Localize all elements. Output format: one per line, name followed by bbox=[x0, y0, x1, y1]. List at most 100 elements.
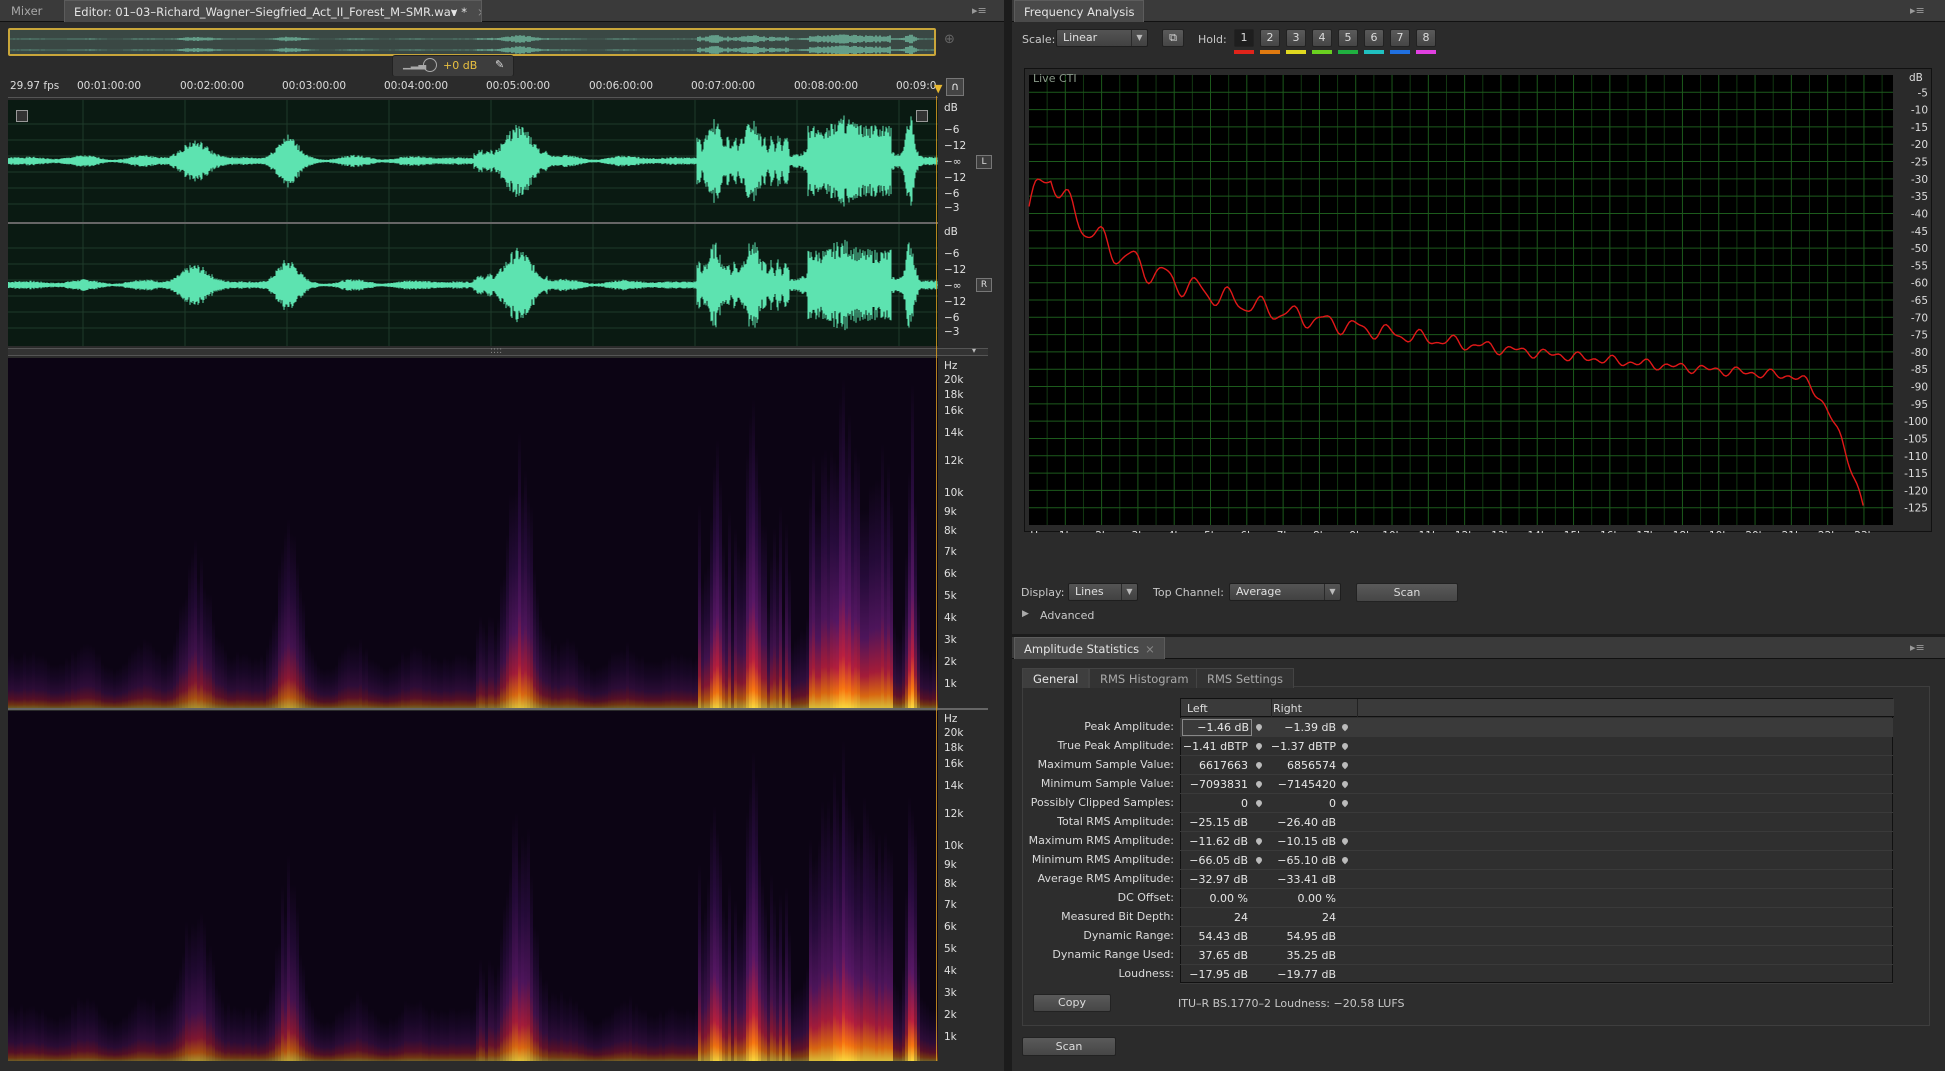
spectrogram-column bbox=[440, 661, 443, 708]
spectrogram-column bbox=[248, 1006, 251, 1061]
spectrogram-column bbox=[77, 649, 80, 708]
spectrogram-column bbox=[530, 505, 533, 708]
spectrogram-right-channel[interactable] bbox=[8, 711, 938, 1061]
chevron-down-icon[interactable]: ▾ bbox=[972, 346, 976, 355]
scan-button[interactable]: Scan bbox=[1356, 583, 1458, 602]
spectrogram-column bbox=[857, 827, 860, 1061]
spectrogram-column bbox=[527, 827, 530, 1061]
expand-icon[interactable] bbox=[916, 110, 928, 122]
spectrogram-column bbox=[494, 631, 497, 708]
spectrogram-column bbox=[914, 501, 917, 708]
scale-dropdown[interactable]: Linear ▼ bbox=[1056, 29, 1148, 47]
panel-menu-icon[interactable]: ▸≡ bbox=[972, 4, 987, 17]
overview-navigator[interactable] bbox=[8, 28, 936, 56]
tab-general[interactable]: General bbox=[1022, 668, 1090, 688]
spectrogram-column bbox=[584, 663, 587, 708]
frequency-plot[interactable]: dB -5 -10 -15 -20 -25 -30 -35 -40 -45 -50 -55 -60 -65… bbox=[1024, 68, 1932, 542]
hz-axis-tick: 15k bbox=[1564, 530, 1584, 533]
view-splitter[interactable]: :::: ▾ bbox=[8, 346, 988, 356]
hold-button-1[interactable]: 1 bbox=[1234, 29, 1254, 47]
hold-button-5[interactable]: 5 bbox=[1338, 29, 1358, 47]
waveform-left-channel[interactable] bbox=[8, 100, 938, 222]
spectrogram-column bbox=[347, 1004, 350, 1061]
tab-amplitude-statistics[interactable]: Amplitude Statistics × bbox=[1014, 637, 1165, 659]
chevron-right-icon[interactable]: ▶ bbox=[1022, 609, 1029, 619]
spectrogram-column bbox=[35, 655, 38, 708]
tab-frequency-analysis[interactable]: Frequency Analysis bbox=[1014, 0, 1145, 22]
spectrogram-column bbox=[335, 664, 338, 708]
close-icon[interactable]: × bbox=[477, 1, 481, 22]
spectrogram-column bbox=[716, 439, 719, 708]
channel-right-toggle[interactable]: R bbox=[976, 278, 992, 292]
spectrogram-column bbox=[218, 990, 221, 1061]
hz-scale-left: Hz 20k 18k 16k 14k 12k 10k 9k 8k 7k 6k 5… bbox=[940, 358, 996, 708]
spectrogram-column bbox=[896, 986, 899, 1061]
spectrogram-column bbox=[416, 1001, 419, 1061]
hold-button-6[interactable]: 6 bbox=[1364, 29, 1384, 47]
spectrogram-column bbox=[728, 881, 731, 1061]
spectrogram-column bbox=[920, 996, 923, 1061]
spectrogram-column bbox=[542, 981, 545, 1061]
hold-button-2[interactable]: 2 bbox=[1260, 29, 1280, 47]
top-channel-dropdown[interactable]: Average ▼ bbox=[1229, 583, 1341, 601]
headphones-icon[interactable]: ∩ bbox=[946, 78, 964, 96]
spectrogram-column bbox=[257, 658, 260, 708]
spectrogram-column bbox=[17, 1008, 20, 1061]
hold-button-4[interactable]: 4 bbox=[1312, 29, 1332, 47]
spectrogram-column bbox=[917, 955, 920, 1061]
spectrogram-column bbox=[692, 660, 695, 708]
copy-button[interactable]: Copy bbox=[1033, 994, 1111, 1012]
spectrogram-column bbox=[275, 946, 278, 1061]
copy-graph-icon[interactable]: ⧉ bbox=[1162, 29, 1184, 47]
spectrogram-column bbox=[788, 567, 791, 708]
db-tick: −12 bbox=[944, 140, 967, 152]
tab-rms-histogram[interactable]: RMS Histogram bbox=[1089, 668, 1200, 688]
spectrogram-column bbox=[890, 500, 893, 708]
playhead-marker-icon[interactable]: ▼ bbox=[934, 82, 942, 95]
tab-rms-settings[interactable]: RMS Settings bbox=[1196, 668, 1295, 688]
hz-tick: 5k bbox=[944, 943, 957, 955]
spectrogram-left-channel[interactable] bbox=[8, 358, 938, 708]
panel-menu-icon[interactable]: ▸≡ bbox=[1910, 4, 1925, 17]
zoom-icon[interactable]: ⊕ bbox=[944, 32, 955, 47]
spectrogram-column bbox=[362, 1001, 365, 1061]
channel-left-toggle[interactable]: L bbox=[976, 155, 992, 169]
hz-tick: 9k bbox=[944, 859, 957, 871]
spectrogram-column bbox=[380, 1021, 383, 1061]
spectrogram-column bbox=[173, 641, 176, 708]
volume-knob[interactable] bbox=[423, 58, 437, 72]
tab-mixer[interactable]: Mixer bbox=[2, 0, 54, 22]
timecode: 00:05:00:00 bbox=[486, 80, 551, 92]
hz-axis-tick: 9k bbox=[1349, 530, 1363, 533]
panel-menu-icon[interactable]: ▸≡ bbox=[1910, 641, 1925, 654]
scan-button[interactable]: Scan bbox=[1022, 1037, 1116, 1056]
hold-button-3[interactable]: 3 bbox=[1286, 29, 1306, 47]
spectrogram-column bbox=[500, 932, 503, 1061]
waveform-right-channel[interactable] bbox=[8, 224, 938, 346]
hold-color-swatch bbox=[1390, 50, 1410, 54]
spectrogram-column bbox=[887, 462, 890, 708]
spectrogram-column bbox=[134, 647, 137, 708]
spectrogram-column bbox=[611, 1011, 614, 1061]
spectrogram-column bbox=[902, 615, 905, 708]
spectrogram-column bbox=[662, 1015, 665, 1061]
pin-icon[interactable]: ✎ bbox=[495, 58, 504, 71]
hz-tick: 1k bbox=[944, 678, 957, 690]
spectrogram-column bbox=[635, 1002, 638, 1061]
display-dropdown[interactable]: Lines ▼ bbox=[1068, 583, 1138, 601]
hold-button-7[interactable]: 7 bbox=[1390, 29, 1410, 47]
timeline-ruler[interactable]: 29.97 fps 00:01:00:00 00:02:00:00 00:03:… bbox=[8, 76, 938, 98]
spectrogram-column bbox=[134, 1003, 137, 1061]
spectrogram-column bbox=[554, 642, 557, 708]
close-icon[interactable]: × bbox=[1145, 642, 1155, 656]
playhead-line[interactable] bbox=[936, 96, 937, 1061]
hz-tick: 20k bbox=[944, 374, 964, 386]
advanced-toggle[interactable]: Advanced bbox=[1040, 609, 1094, 622]
spectrogram-column bbox=[503, 574, 506, 708]
hold-button-8[interactable]: 8 bbox=[1416, 29, 1436, 47]
spectrogram-column bbox=[851, 811, 854, 1061]
spectrogram-column bbox=[212, 959, 215, 1061]
file-dropdown-icon[interactable]: ▾ bbox=[451, 1, 457, 22]
expand-icon[interactable] bbox=[16, 110, 28, 122]
tab-editor[interactable]: Editor: 01–03–Richard_Wagner–Siegfried_A… bbox=[64, 0, 482, 22]
